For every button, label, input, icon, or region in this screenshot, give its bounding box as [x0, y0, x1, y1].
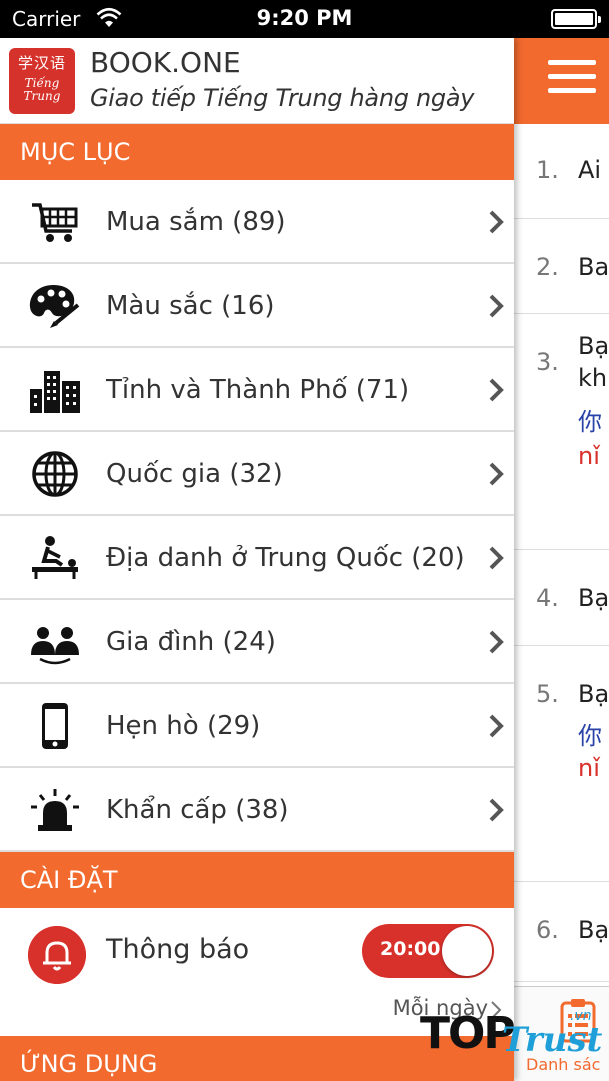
toptrust-watermark-logo: TOP Trust .vn — [420, 1008, 603, 1060]
menu-item-label: Quốc gia (32) — [106, 459, 283, 489]
menu-item-family[interactable]: Gia đình (24) — [0, 600, 514, 684]
menu-item-label: Hẹn hò (29) — [106, 711, 261, 741]
menu-item-countries[interactable]: Quốc gia (32) — [0, 432, 514, 516]
row-pinyin: nǐ — [578, 754, 600, 782]
row-pinyin: nǐ — [578, 442, 600, 470]
massage-person-icon — [32, 536, 78, 579]
row-number: 6. — [536, 916, 559, 944]
row-number: 1. — [536, 156, 559, 184]
list-item[interactable]: 6. Bạ — [514, 882, 609, 982]
navigation-drawer: 学汉语 Tiếng Trung BOOK.ONE Giao tiếp Tiếng… — [0, 38, 514, 1081]
chevron-right-icon — [489, 714, 504, 738]
list-item[interactable]: 4. Bạ — [514, 550, 609, 646]
list-item[interactable]: 1. Ai — [514, 124, 609, 219]
menu-item-landmarks[interactable]: Địa danh ở Trung Quốc (20) — [0, 516, 514, 600]
row-chinese: 你 — [578, 722, 602, 750]
chevron-right-icon — [489, 798, 504, 822]
section-header-settings: CÀI ĐẶT — [0, 852, 514, 908]
row-number: 3. — [536, 348, 559, 376]
notification-time: 20:00 — [380, 938, 441, 960]
alarm-light-icon — [31, 789, 79, 831]
menu-item-label: Khẩn cấp (38) — [106, 795, 289, 825]
menu-item-emergency[interactable]: Khẩn cấp (38) — [0, 768, 514, 852]
menu-item-label: Tỉnh và Thành Phố (71) — [106, 375, 410, 405]
menu-item-provinces[interactable]: Tỉnh và Thành Phố (71) — [0, 348, 514, 432]
row-text: Ba — [578, 253, 609, 281]
chevron-right-icon — [489, 630, 504, 654]
row-number: 5. — [536, 680, 559, 708]
row-text: Bạ — [578, 680, 609, 708]
menu-item-label: Địa danh ở Trung Quốc (20) — [106, 543, 465, 573]
menu-item-dating[interactable]: Hẹn hò (29) — [0, 684, 514, 768]
row-number: 4. — [536, 584, 559, 612]
section-header-contents: MỤC LỤC — [0, 124, 514, 180]
app-header: 学汉语 Tiếng Trung BOOK.ONE Giao tiếp Tiếng… — [0, 38, 514, 124]
bell-icon — [28, 926, 86, 984]
toggle-knob — [442, 926, 492, 976]
hamburger-menu-icon[interactable] — [548, 60, 596, 102]
palette-icon — [29, 285, 80, 328]
row-text: kh — [578, 364, 608, 392]
status-bar: Carrier 9:20 PM — [0, 0, 609, 38]
family-icon — [31, 627, 79, 665]
row-text: Bạ — [578, 584, 609, 612]
shopping-cart-icon — [32, 203, 78, 242]
app-title: BOOK.ONE — [90, 46, 241, 79]
content-panel: 1. Ai 2. Ba 3. Bạ kh 你 nǐ 4. Bạ 5. Bạ 你 … — [514, 38, 609, 1081]
list-item[interactable]: 3. Bạ kh 你 nǐ — [514, 314, 609, 550]
content-header — [514, 38, 609, 124]
app-logo: 学汉语 Tiếng Trung — [9, 48, 75, 114]
menu-item-shopping[interactable]: Mua sắm (89) — [0, 180, 514, 264]
list-item[interactable]: 2. Ba — [514, 219, 609, 314]
menu-item-label: Gia đình (24) — [106, 627, 276, 657]
city-buildings-icon — [30, 371, 80, 413]
menu-item-colors[interactable]: Màu sắc (16) — [0, 264, 514, 348]
row-chinese: 你 — [578, 408, 602, 436]
row-text: Ai — [578, 156, 602, 184]
chevron-right-icon — [489, 378, 504, 402]
row-text: Bạ — [578, 916, 609, 944]
chevron-right-icon — [489, 294, 504, 318]
row-text: Bạ — [578, 332, 609, 360]
notification-label: Thông báo — [106, 934, 250, 965]
globe-icon — [32, 451, 78, 497]
list-item[interactable]: 5. Bạ 你 nǐ — [514, 646, 609, 882]
smartphone-icon — [42, 703, 68, 749]
menu-item-label: Màu sắc (16) — [106, 291, 275, 321]
battery-icon — [551, 9, 601, 29]
chevron-right-icon — [489, 462, 504, 486]
app-subtitle: Giao tiếp Tiếng Trung hàng ngày — [90, 84, 475, 112]
notification-toggle[interactable]: 20:00 — [362, 924, 494, 978]
clock: 9:20 PM — [256, 6, 353, 30]
chevron-right-icon — [489, 546, 504, 570]
chevron-right-icon — [489, 210, 504, 234]
row-number: 2. — [536, 253, 559, 281]
menu-item-label: Mua sắm (89) — [106, 207, 286, 237]
